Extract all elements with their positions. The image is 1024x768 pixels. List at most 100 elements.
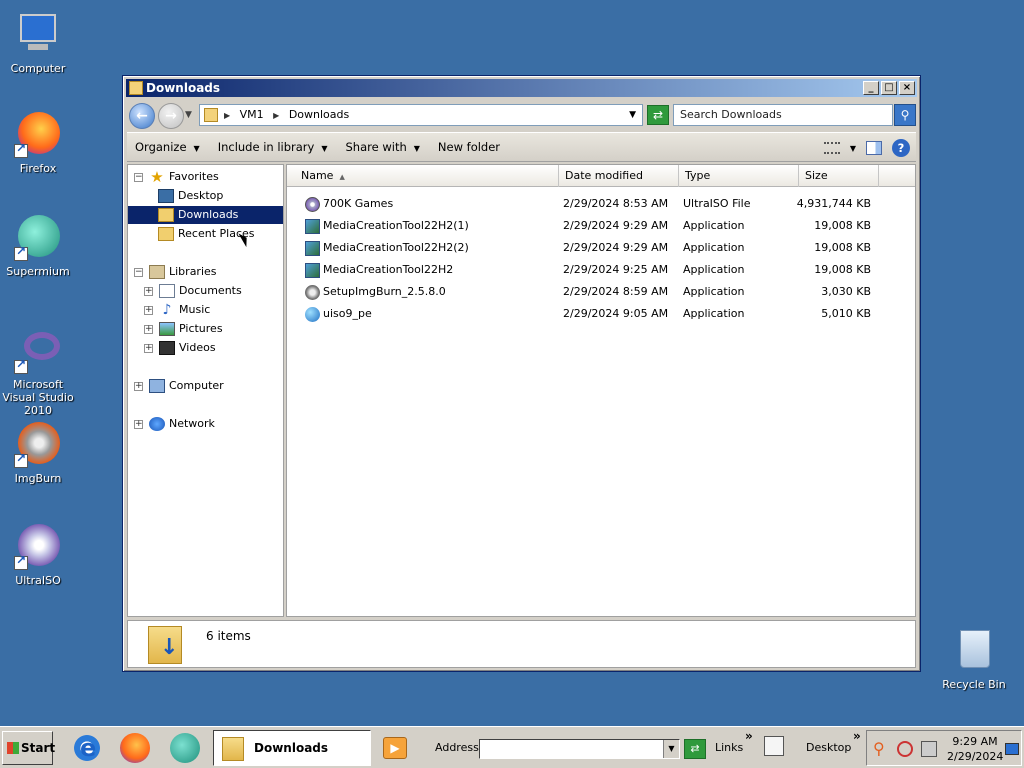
- tree-libraries[interactable]: − Libraries: [134, 263, 217, 281]
- file-row[interactable]: SetupImgBurn_2.5.8.0 2/29/2024 8:59 AM A…: [287, 281, 915, 303]
- file-size: 4,931,744 KB: [796, 197, 871, 210]
- desktop-icon-computer[interactable]: Computer: [0, 10, 78, 75]
- app-icon: [305, 241, 320, 256]
- tree-music[interactable]: + ♪ Music: [144, 301, 210, 319]
- desktop-icon-imgburn[interactable]: ImgBurn: [0, 420, 78, 485]
- view-dropdown-icon[interactable]: ▼: [850, 144, 856, 153]
- file-name: MediaCreationTool22H2(1): [323, 219, 469, 232]
- system-tray: ⚲ 9:29 AM 2/29/2024: [866, 730, 1022, 766]
- address-dropdown-icon[interactable]: ▼: [629, 105, 636, 125]
- app-icon: [305, 263, 320, 278]
- include-in-library-button[interactable]: Include in library ▼: [218, 140, 328, 154]
- expand-icon[interactable]: +: [134, 419, 143, 429]
- search-input[interactable]: Search Downloads: [673, 104, 893, 126]
- file-date: 2/29/2024 9:29 AM: [563, 219, 669, 232]
- links-toolbar-label[interactable]: Links: [715, 741, 743, 754]
- tree-pictures[interactable]: + Pictures: [144, 320, 223, 338]
- maximize-button[interactable]: □: [881, 81, 897, 95]
- links-chevron-icon[interactable]: »: [745, 729, 753, 743]
- music-icon: ♪: [162, 302, 172, 318]
- tree-downloads[interactable]: Downloads: [128, 206, 283, 224]
- desktop-icon-visual-studio[interactable]: Microsoft Visual Studio 2010: [0, 326, 78, 417]
- preview-pane-icon[interactable]: [866, 141, 882, 155]
- explorer-window[interactable]: Downloads _ □ × ← → ▼ ▶ VM1 ▶ Downloads …: [122, 75, 921, 672]
- search-icon[interactable]: ⚲: [894, 104, 916, 126]
- internet-explorer-icon[interactable]: [72, 733, 102, 763]
- search-icon[interactable]: ⚲: [873, 741, 889, 757]
- collapse-icon[interactable]: −: [134, 267, 143, 277]
- media-player-icon[interactable]: ▶: [383, 737, 407, 759]
- expand-icon[interactable]: +: [144, 305, 153, 315]
- show-desktop-icon[interactable]: [1005, 743, 1019, 755]
- file-date: 2/29/2024 9:25 AM: [563, 263, 669, 276]
- file-date: 2/29/2024 9:05 AM: [563, 307, 669, 320]
- desktop-icon-firefox[interactable]: Firefox: [0, 110, 78, 175]
- window-titlebar[interactable]: Downloads _ □ ×: [126, 79, 917, 97]
- desktop-icon-ultraiso[interactable]: UltraISO: [0, 522, 78, 587]
- new-folder-button[interactable]: New folder: [438, 140, 500, 154]
- go-button[interactable]: ⇄: [684, 739, 706, 759]
- change-view-icon[interactable]: [823, 142, 840, 154]
- expand-icon[interactable]: +: [144, 324, 153, 334]
- close-button[interactable]: ×: [899, 81, 915, 95]
- desktop-icon-recycle-bin[interactable]: Recycle Bin: [934, 626, 1014, 691]
- taskbar-button-downloads[interactable]: Downloads: [213, 730, 371, 766]
- address-row: ← → ▼ ▶ VM1 ▶ Downloads ▼ ⇄ Search Downl…: [127, 100, 916, 130]
- expand-icon[interactable]: +: [144, 343, 153, 353]
- tree-videos[interactable]: + Videos: [144, 339, 216, 357]
- desktop-toolbar-label[interactable]: Desktop: [806, 741, 851, 754]
- tree-documents[interactable]: + Documents: [144, 282, 242, 300]
- expand-icon[interactable]: +: [134, 381, 143, 391]
- file-row[interactable]: MediaCreationTool22H2 2/29/2024 9:25 AM …: [287, 259, 915, 281]
- column-header-type[interactable]: Type: [679, 165, 799, 187]
- network-tray-icon[interactable]: [921, 741, 937, 757]
- desktop-chevron-icon[interactable]: »: [853, 729, 861, 743]
- network-icon: [149, 417, 165, 431]
- file-size: 19,008 KB: [814, 219, 871, 232]
- chevron-down-icon[interactable]: ▼: [663, 740, 679, 758]
- start-button[interactable]: Start: [2, 731, 55, 765]
- breadcrumb-chevron-icon[interactable]: ▶: [273, 111, 279, 120]
- window-title: Downloads: [146, 81, 221, 95]
- file-row[interactable]: uiso9_pe 2/29/2024 9:05 AM Application 5…: [287, 303, 915, 325]
- videos-icon: [159, 341, 175, 355]
- column-header-name[interactable]: Name ▲: [287, 165, 559, 187]
- clock[interactable]: 9:29 AM 2/29/2024: [947, 734, 1003, 764]
- back-button[interactable]: ←: [129, 103, 155, 129]
- address-toolbar-input[interactable]: ▼: [479, 739, 680, 759]
- file-row[interactable]: MediaCreationTool22H2(2) 2/29/2024 9:29 …: [287, 237, 915, 259]
- organize-button[interactable]: Organize ▼: [135, 140, 200, 154]
- share-with-button[interactable]: Share with ▼: [346, 140, 420, 154]
- tree-network[interactable]: + Network: [134, 415, 215, 433]
- column-header-size[interactable]: Size: [799, 165, 879, 187]
- tree-desktop[interactable]: Desktop: [158, 187, 223, 205]
- file-row[interactable]: 700K Games 2/29/2024 8:53 AM UltraISO Fi…: [287, 193, 915, 215]
- breadcrumb-chevron-icon[interactable]: ▶: [224, 111, 230, 120]
- desktop-toolbar-icon[interactable]: [764, 736, 784, 756]
- supermium-icon: [14, 213, 62, 261]
- collapse-icon[interactable]: −: [134, 172, 143, 182]
- forward-button[interactable]: →: [158, 103, 184, 129]
- tree-favorites[interactable]: − ★ Favorites: [134, 168, 219, 186]
- recent-pages-dropdown[interactable]: ▼: [185, 110, 192, 120]
- firefox-icon[interactable]: [120, 733, 150, 763]
- column-header-date-modified[interactable]: Date modified: [559, 165, 679, 187]
- breadcrumb-downloads[interactable]: Downloads: [289, 108, 349, 121]
- command-bar: Organize ▼ Include in library ▼ Share with…: [127, 132, 916, 162]
- volume-muted-icon[interactable]: [897, 741, 913, 757]
- file-type: Application: [683, 263, 745, 276]
- breadcrumb-vm1[interactable]: VM1: [240, 108, 264, 121]
- supermium-icon[interactable]: [170, 733, 200, 763]
- minimize-button[interactable]: _: [863, 81, 879, 95]
- address-bar[interactable]: ▶ VM1 ▶ Downloads ▼: [199, 104, 643, 126]
- file-row[interactable]: MediaCreationTool22H2(1) 2/29/2024 9:29 …: [287, 215, 915, 237]
- address-toolbar-label: Address: [435, 741, 479, 754]
- desktop-icon-supermium[interactable]: Supermium: [0, 213, 78, 278]
- file-type: Application: [683, 285, 745, 298]
- tree-computer[interactable]: + Computer: [134, 377, 224, 395]
- folder-icon: [222, 737, 244, 761]
- expand-icon[interactable]: +: [144, 286, 153, 296]
- refresh-button[interactable]: ⇄: [647, 105, 669, 125]
- documents-icon: [159, 284, 175, 298]
- help-icon[interactable]: ?: [892, 139, 910, 157]
